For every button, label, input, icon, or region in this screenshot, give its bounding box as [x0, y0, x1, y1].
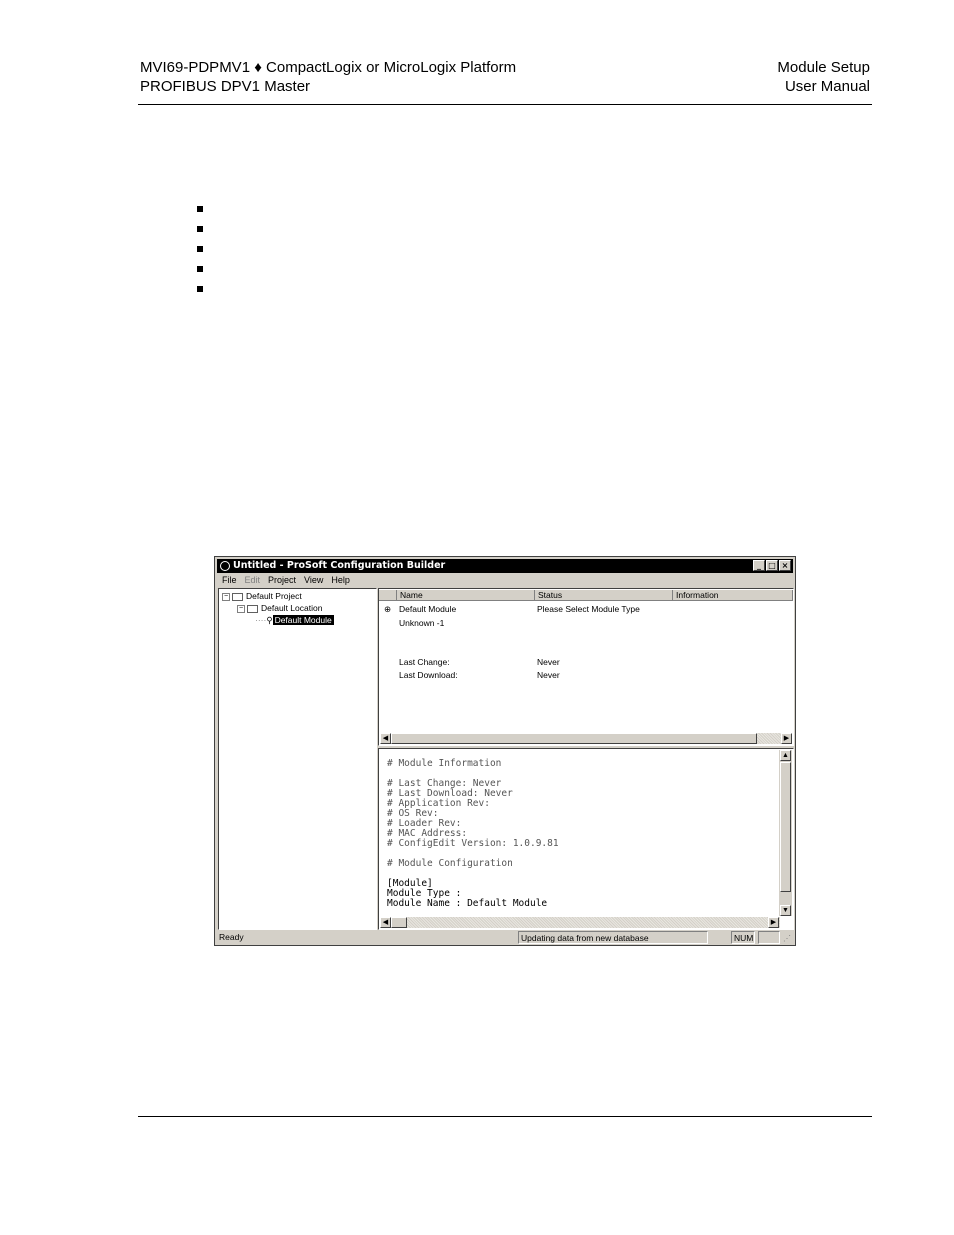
module-grid[interactable]: Name Status Information ⊕ Default Module…	[378, 588, 794, 746]
minimize-button[interactable]: _	[753, 560, 765, 571]
scroll-thumb[interactable]	[780, 762, 791, 892]
config-text: # Module Information # Last Change: Neve…	[387, 759, 559, 909]
menu-file[interactable]: File	[222, 574, 237, 587]
grid-cell-status: Never	[537, 657, 560, 667]
grid-cell-name: Default Module	[399, 604, 457, 614]
scroll-up-icon[interactable]: ▲	[780, 750, 791, 761]
header-rule	[138, 104, 872, 105]
bullet-marker	[197, 286, 203, 292]
grid-col-information[interactable]: Information	[673, 590, 793, 601]
text-line: Module Name : Default Module	[387, 898, 548, 909]
header-section: Module Setup	[777, 59, 870, 76]
resize-grip-icon[interactable]: ⋰	[783, 933, 791, 945]
tree-node-project[interactable]: − Default Project	[222, 591, 302, 602]
title-bar[interactable]: Untitled - ProSoft Configuration Builder…	[217, 559, 793, 573]
tree-label-location: Default Location	[261, 603, 323, 613]
status-ready: Ready	[219, 932, 244, 942]
collapse-icon[interactable]: −	[222, 592, 230, 601]
scroll-left-icon[interactable]: ◀	[380, 733, 391, 744]
window-controls: _ □ ×	[753, 560, 791, 571]
window-title: Untitled - ProSoft Configuration Builder	[233, 560, 446, 571]
grid-col-name[interactable]: Name	[397, 590, 535, 601]
app-icon	[220, 561, 230, 571]
footer-rule	[138, 1116, 872, 1117]
expand-icon[interactable]: ⊕	[384, 604, 391, 615]
text-horizontal-scrollbar[interactable]: ◀ ▶	[380, 917, 780, 928]
menu-edit[interactable]: Edit	[245, 574, 261, 587]
header-product-title: MVI69-PDPMV1 ♦ CompactLogix or MicroLogi…	[140, 59, 517, 76]
tree-node-location[interactable]: − Default Location	[237, 603, 322, 614]
scroll-left-icon[interactable]: ◀	[380, 917, 391, 928]
menu-bar: File Edit Project View Help	[217, 574, 793, 587]
close-button[interactable]: ×	[779, 560, 791, 571]
text-line: # ConfigEdit Version: 1.0.9.81	[387, 838, 559, 849]
tree-label-module: Default Module	[272, 615, 334, 625]
maximize-button[interactable]: □	[766, 560, 778, 571]
grid-cell-status: Never	[537, 670, 560, 680]
menu-view[interactable]: View	[304, 574, 323, 587]
status-bar: Ready Updating data from new database NU…	[217, 931, 793, 944]
status-message: Updating data from new database	[518, 931, 708, 944]
header-right: Module Setup User Manual	[777, 58, 870, 96]
grid-cell-status: Please Select Module Type	[537, 604, 640, 614]
bullet-marker	[197, 206, 203, 212]
collapse-icon[interactable]: −	[237, 604, 245, 613]
scroll-down-icon[interactable]: ▼	[780, 905, 791, 916]
text-vertical-scrollbar[interactable]: ▲ ▼	[779, 750, 792, 916]
tree-connector: ····	[255, 615, 267, 625]
config-text-pane[interactable]: # Module Information # Last Change: Neve…	[378, 748, 794, 930]
folder-icon	[232, 592, 243, 601]
grid-col-status[interactable]: Status	[535, 590, 673, 601]
status-empty	[758, 931, 780, 944]
bullet-list	[197, 206, 203, 306]
module-icon: ⚲	[266, 615, 273, 625]
scroll-right-icon[interactable]: ▶	[781, 733, 792, 744]
header-left: MVI69-PDPMV1 ♦ CompactLogix or MicroLogi…	[140, 58, 516, 96]
bullet-marker	[197, 226, 203, 232]
grid-col-icon	[379, 590, 397, 601]
status-num: NUM	[731, 931, 755, 944]
menu-help[interactable]: Help	[331, 574, 350, 587]
header-manual: User Manual	[784, 78, 870, 95]
project-tree[interactable]: − Default Project − Default Location ····⚲…	[218, 588, 377, 930]
scroll-thumb[interactable]	[391, 917, 407, 928]
bullet-marker	[197, 266, 203, 272]
text-line: # Module Configuration	[387, 858, 513, 869]
grid-cell-name: Unknown -1	[399, 618, 445, 628]
grid-cell-name: Last Change:	[399, 657, 450, 667]
rack-icon	[247, 604, 258, 613]
grid-horizontal-scrollbar[interactable]: ◀ ▶	[380, 733, 792, 744]
app-window: Untitled - ProSoft Configuration Builder…	[214, 556, 796, 946]
bullet-marker	[197, 246, 203, 252]
scroll-thumb[interactable]	[391, 733, 757, 744]
grid-cell-name: Last Download:	[399, 670, 458, 680]
scroll-right-icon[interactable]: ▶	[768, 917, 779, 928]
header-product-subtitle: PROFIBUS DPV1 Master	[140, 78, 311, 95]
tree-label-project: Default Project	[246, 591, 302, 601]
menu-project[interactable]: Project	[268, 574, 296, 587]
text-line: # Module Information	[387, 758, 502, 769]
tree-node-module[interactable]: ····⚲ Default Module	[255, 615, 334, 626]
